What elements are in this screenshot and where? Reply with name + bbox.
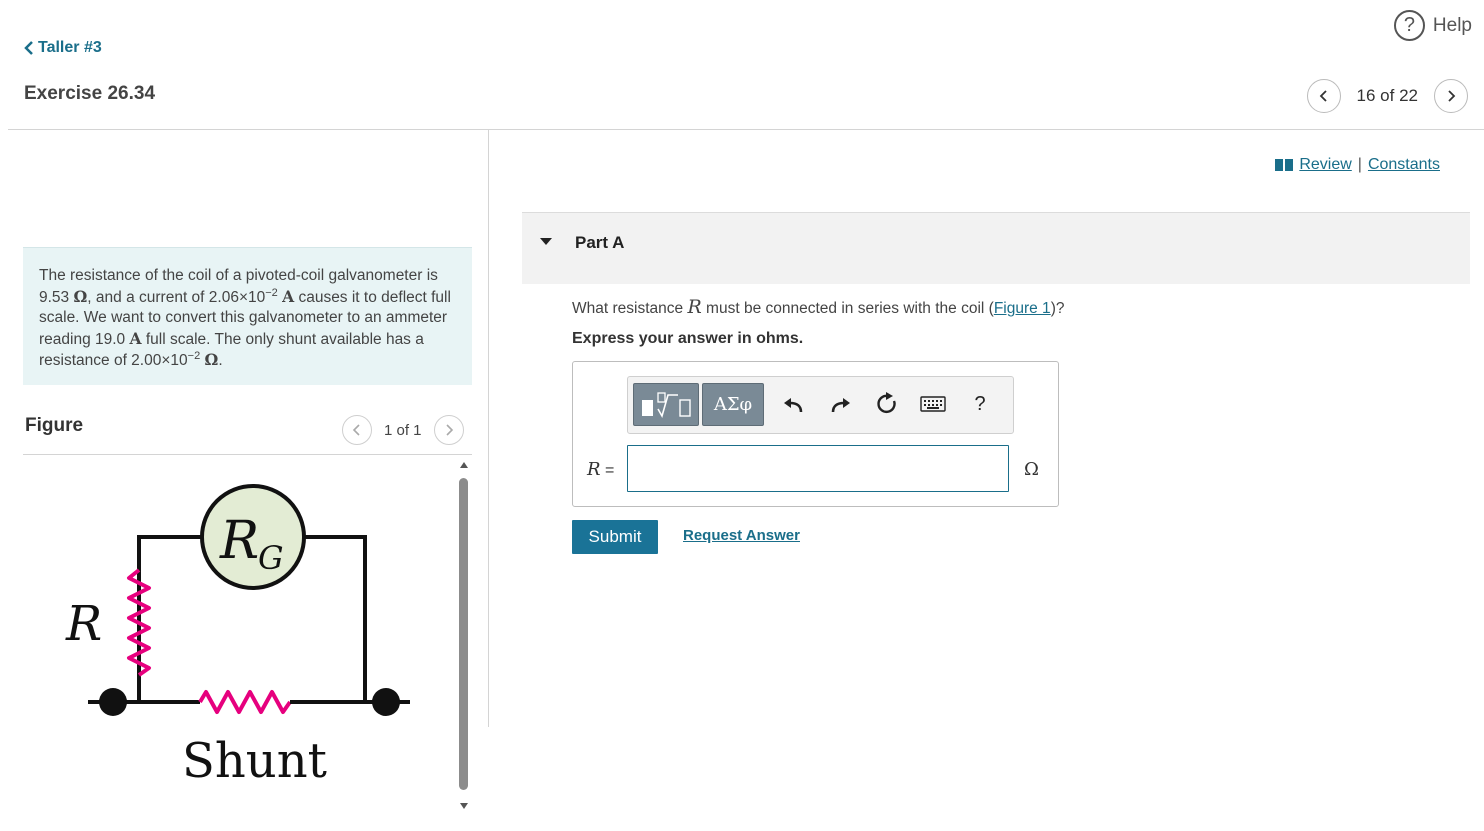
answer-instruction: Express your answer in ohms. (572, 330, 804, 347)
figure-divider (23, 454, 472, 455)
reset-icon[interactable] (872, 389, 902, 419)
problem-statement: The resistance of the coil of a pivoted-… (23, 247, 472, 385)
shunt-label: Shunt (182, 733, 327, 789)
left-terminal (99, 688, 127, 716)
next-item-button[interactable] (1434, 79, 1468, 113)
resistor-label: R (65, 596, 102, 652)
shunt-resistor-zigzag (198, 690, 292, 714)
next-figure-button[interactable] (433, 415, 464, 445)
item-counter: 16 of 22 (1356, 86, 1418, 105)
problem-text: , and a current of 2.06×10 (87, 288, 266, 306)
constants-link[interactable]: Constants (1368, 156, 1440, 174)
question-circle-icon: ? (1393, 10, 1425, 41)
chevron-right-icon (445, 424, 453, 436)
galvanometer-label: R (219, 511, 259, 571)
question-variable: R (687, 296, 702, 318)
question-part: )? (1050, 300, 1065, 317)
scroll-thumb[interactable] (459, 478, 468, 790)
chevron-left-icon (1319, 90, 1327, 102)
figure-pager: 1 of 1 (342, 415, 464, 445)
column-divider (488, 130, 489, 727)
answer-unit: Ω (1024, 459, 1039, 480)
request-answer-link[interactable]: Request Answer (683, 527, 800, 544)
math-help-icon[interactable]: ? (965, 389, 995, 419)
answer-label: R = (587, 459, 614, 480)
templates-button[interactable] (633, 383, 699, 426)
help-button[interactable]: ? Help (1393, 10, 1472, 41)
link-separator: | (1357, 156, 1362, 173)
chevron-left-icon (352, 424, 360, 436)
question-part: What resistance (572, 300, 688, 317)
exponent: −2 (265, 286, 278, 299)
right-terminal (372, 688, 400, 716)
figure-link[interactable]: Figure 1 (994, 300, 1051, 317)
answer-panel: ΑΣφ ? R = Ω (572, 361, 1059, 507)
redo-icon[interactable] (826, 389, 856, 419)
back-link-label: Taller #3 (38, 39, 102, 56)
greek-symbols-button[interactable]: ΑΣφ (702, 383, 764, 426)
answer-equals: = (600, 462, 615, 479)
templates-icon (642, 391, 691, 418)
amp-symbol: A (282, 286, 295, 306)
book-icon (1275, 159, 1294, 171)
part-title: Part A (575, 233, 625, 252)
question-part: must be connected in series with the coi… (701, 300, 994, 317)
right-wire (302, 535, 367, 700)
math-toolbar: ΑΣφ ? (627, 376, 1014, 434)
caret-down-icon[interactable] (540, 238, 552, 245)
scroll-up-arrow-icon[interactable] (460, 462, 468, 468)
resources-links: Review | Constants (1275, 156, 1440, 174)
galvanometer-subscript: G (258, 539, 284, 577)
help-label: Help (1432, 14, 1472, 36)
undo-icon[interactable] (778, 389, 808, 419)
chevron-right-icon (1448, 90, 1456, 102)
figure-scrollbar[interactable] (457, 462, 471, 809)
exponent: −2 (187, 349, 201, 362)
submit-button[interactable]: Submit (572, 520, 658, 554)
previous-figure-button[interactable] (342, 415, 372, 445)
problem-text: . (218, 352, 223, 369)
header-divider (8, 129, 1484, 130)
ohm-symbol: Ω (73, 286, 88, 306)
chevron-left-icon (24, 41, 33, 55)
figure-counter: 1 of 1 (384, 421, 422, 439)
left-wire (137, 535, 205, 700)
circuit-diagram: R G R Shunt (65, 484, 410, 789)
question-text: What resistance R must be connected in s… (572, 296, 1064, 318)
review-link[interactable]: Review (1299, 156, 1351, 174)
keyboard-icon[interactable] (918, 389, 948, 419)
item-pager: 16 of 22 (1306, 79, 1468, 113)
figure-heading: Figure (25, 415, 84, 436)
ohm-symbol: Ω (204, 350, 219, 369)
answer-variable: R (587, 459, 601, 480)
amp-symbol: A (129, 328, 142, 348)
page-title: Exercise 26.34 (24, 83, 156, 104)
answer-input[interactable] (627, 445, 1009, 492)
back-link[interactable]: Taller #3 (24, 39, 102, 57)
part-header[interactable]: Part A (522, 212, 1470, 284)
previous-item-button[interactable] (1306, 79, 1341, 113)
scroll-down-arrow-icon[interactable] (460, 803, 468, 809)
